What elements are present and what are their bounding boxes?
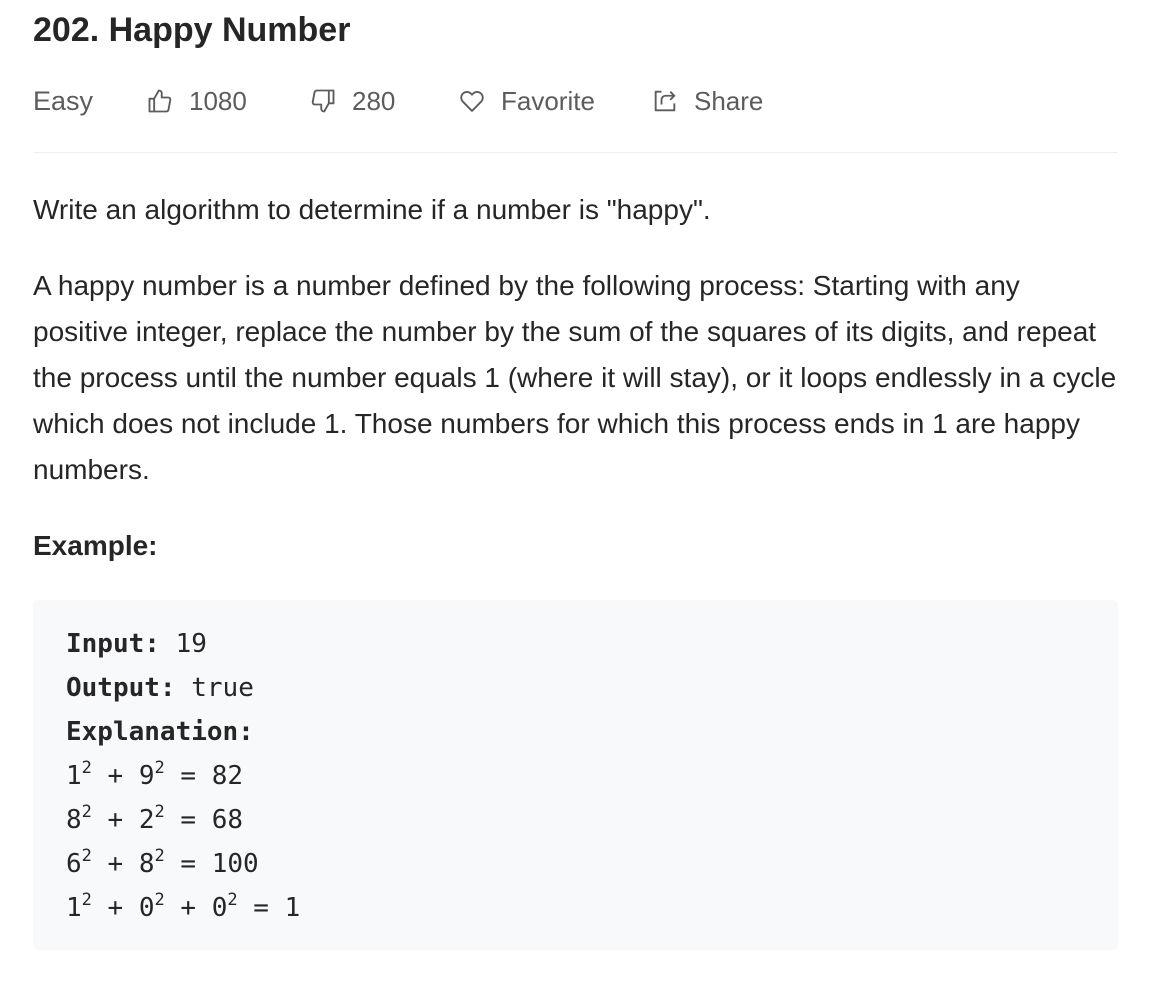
explanation-label: Explanation: [66,717,254,747]
output-label: Output: [66,673,176,703]
description-definition: A happy number is a number defined by th… [33,270,1117,485]
equation-line: 12 + 92 = 82 [66,758,244,792]
output-line: Output: true [66,666,300,710]
example-heading: Example: [33,530,158,561]
problem-meta-bar: Easy 1080 280 Favorite Share [33,83,1118,119]
problem-title: 202. Happy Number [33,11,351,49]
equation-line: 12 + 02 + 02 = 1 [66,890,301,924]
favorite-label: Favorite [501,85,595,116]
share-label: Share [694,85,764,116]
example-code: Input: 19 Output: true Explanation: 12 + 92… [66,622,300,930]
equation-line: 82 + 22 = 68 [66,802,244,836]
equation-line: 62 + 82 = 100 [66,846,259,880]
difficulty-label: Easy [33,85,94,116]
description-intro: Write an algorithm to determine if a num… [33,194,711,225]
input-value: 19 [175,629,207,659]
favorite-button[interactable]: Favorite [457,83,595,119]
dislike-count: 280 [352,85,396,116]
dislike-button[interactable]: 280 [308,83,395,119]
input-line: Input: 19 [66,622,300,666]
thumbs-down-icon [308,86,338,116]
example-code-block: Input: 19 Output: true Explanation: 12 + 92… [33,600,1118,950]
input-label: Input: [66,629,160,659]
share-icon [650,86,680,116]
share-button[interactable]: Share [650,83,763,119]
like-count: 1080 [189,85,247,116]
heart-icon [457,86,487,116]
output-value: true [191,673,254,703]
like-button[interactable]: 1080 [145,83,247,119]
header-divider [33,152,1118,153]
thumbs-up-icon [145,86,175,116]
